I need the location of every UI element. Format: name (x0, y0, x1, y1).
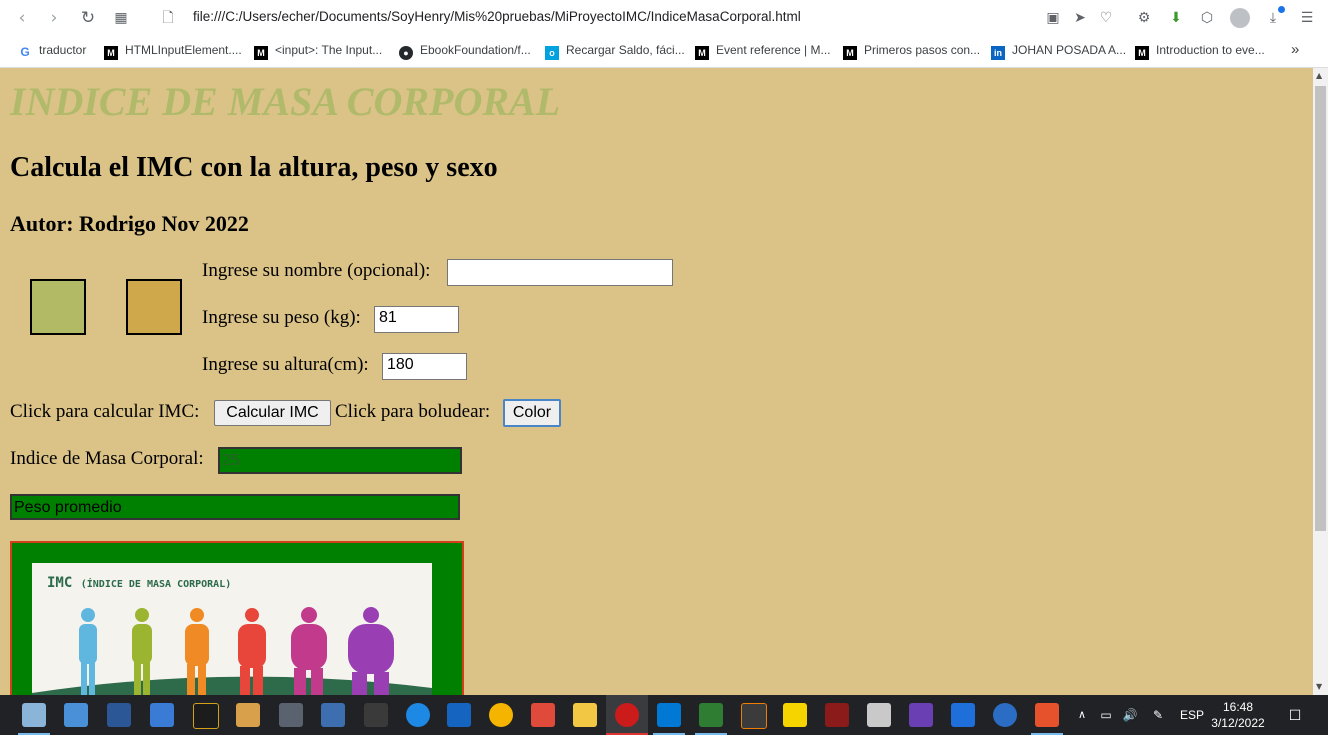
author-line: Autor: Rodrigo Nov 2022 (10, 211, 249, 236)
silhouette-1 (79, 608, 97, 695)
weight-input[interactable]: 81 (374, 306, 459, 333)
control-panel-icon[interactable] (150, 703, 174, 727)
bookmark-item[interactable]: in JOHAN POSADA A... (991, 41, 1126, 60)
download-extension-icon[interactable]: ⬇ (1166, 8, 1186, 28)
page-title: INDICE DE MASA CORPORAL (10, 79, 561, 124)
linkedin-icon: in (991, 46, 1005, 60)
windows-taskbar: ∧ ▭ 🔊 ✎ ESP 16:48 3/12/2022 ☐ (0, 695, 1328, 735)
playit-icon[interactable] (783, 703, 807, 727)
paint-icon[interactable] (236, 703, 260, 727)
bookmark-item[interactable]: ● EbookFoundation/f... (399, 41, 531, 60)
bookmark-item[interactable]: o Recargar Saldo, fáci... (545, 41, 685, 60)
color-prompt: Click para boludear: (335, 401, 491, 422)
page-subtitle: Calcula el IMC con la altura, peso y sex… (10, 152, 498, 183)
cube-icon[interactable]: ⬡ (1197, 8, 1217, 28)
name-input[interactable] (447, 259, 673, 286)
h-app-icon[interactable] (447, 703, 471, 727)
word-icon[interactable] (107, 703, 131, 727)
reload-icon[interactable]: ↻ (78, 8, 98, 28)
battery-icon[interactable]: ▭ (1097, 695, 1115, 735)
imc-label: Indice de Masa Corporal: (10, 448, 204, 469)
name-label: Ingrese su nombre (opcional): (202, 260, 431, 281)
calculate-imc-button[interactable]: Calcular IMC (214, 400, 331, 426)
bookmark-item[interactable]: M Primeros pasos con... (843, 41, 980, 60)
color-square-right (126, 279, 182, 335)
height-label: Ingrese su altura(cm): (202, 354, 369, 375)
mdn-icon: M (695, 46, 709, 60)
tabs-grid-icon[interactable]: ▦ (111, 8, 131, 28)
bookmark-item[interactable]: M <input>: The Input... (254, 41, 382, 60)
menu-icon[interactable]: ☰ (1297, 8, 1317, 28)
brush-app-icon[interactable] (531, 703, 555, 727)
profile-icon[interactable] (1230, 8, 1250, 28)
teamviewer-icon[interactable] (406, 703, 430, 727)
volume-icon[interactable]: 🔊 (1121, 695, 1139, 735)
body-silhouettes (32, 607, 432, 695)
github-icon: ● (399, 46, 413, 60)
color-button[interactable]: Color (503, 399, 561, 427)
mdn-icon: M (843, 46, 857, 60)
bookmark-item[interactable]: Gtraductor (18, 41, 86, 59)
height-input[interactable]: 180 (382, 353, 467, 380)
notifications-icon[interactable]: ☐ (1284, 695, 1306, 735)
imc-poster-image: IMC (ÍNDICE DE MASA CORPORAL) (32, 563, 432, 695)
bookmarks-more-button[interactable]: » (1291, 41, 1299, 59)
heart-icon[interactable]: ♡ (1096, 8, 1116, 28)
camera-icon[interactable]: ▣ (1043, 8, 1063, 28)
calc-prompt: Click para calcular IMC: (10, 401, 200, 422)
mdn-icon: M (1135, 46, 1149, 60)
extension-icon[interactable]: ⚙ (1134, 8, 1154, 28)
imc-result-field: 25 (218, 447, 462, 474)
send-icon[interactable]: ➤ (1070, 8, 1090, 28)
page-viewport: INDICE DE MASA CORPORAL Calcula el IMC c… (2, 68, 1313, 695)
bookmarks-bar: Gtraductor M HTMLInputElement.... M <input… (0, 35, 1328, 68)
mdn-icon: M (104, 46, 118, 60)
git-icon[interactable] (1035, 703, 1059, 727)
mdn-icon: M (254, 46, 268, 60)
sublime-icon[interactable] (741, 703, 767, 729)
tray-expand-icon[interactable]: ∧ (1073, 695, 1091, 735)
star-app-icon[interactable] (193, 703, 219, 729)
clock-time: 16:48 (1222, 700, 1254, 714)
address-bar[interactable]: file:///C:/Users/echer/Documents/SoyHenr… (193, 9, 801, 24)
opera-icon[interactable] (615, 703, 639, 727)
scrollbar-thumb[interactable] (1315, 86, 1326, 531)
bookmark-item[interactable]: M HTMLInputElement.... (104, 41, 242, 60)
scroll-down-icon[interactable]: ▼ (1316, 682, 1322, 691)
camera-app-icon[interactable] (279, 703, 303, 727)
weight-label: Ingrese su peso (kg): (202, 307, 361, 328)
inkscape-icon[interactable] (364, 703, 388, 727)
chrome-icon[interactable] (489, 703, 513, 727)
language-indicator[interactable]: ESP (1176, 695, 1208, 735)
scroll-up-icon[interactable]: ▲ (1316, 71, 1322, 80)
satellite-app-icon[interactable] (867, 703, 891, 727)
forward-icon[interactable]: › (44, 8, 64, 28)
color-app-icon[interactable] (909, 703, 933, 727)
notepad-icon[interactable] (699, 703, 723, 727)
game-app-icon[interactable] (825, 703, 849, 727)
page-scrollbar[interactable]: ▲ ▼ (1313, 68, 1328, 695)
imc-image-frame: IMC (ÍNDICE DE MASA CORPORAL) (10, 541, 464, 695)
file-explorer-icon[interactable] (573, 703, 597, 727)
clock-date: 3/12/2022 (1211, 716, 1265, 730)
file-icon: 🗋 (162, 10, 174, 26)
system-clock[interactable]: 16:48 3/12/2022 (1206, 699, 1270, 731)
status-result-field: Peso promedio (10, 494, 460, 520)
explorer-app-icon[interactable] (22, 703, 46, 727)
google-icon: G (20, 45, 30, 59)
calculator-icon[interactable] (321, 703, 345, 727)
browser-toolbar: ‹ › ↻ ▦ 🗋 file:///C:/Users/echer/Documen… (0, 0, 1328, 35)
pen-icon[interactable]: ✎ (1149, 695, 1167, 735)
recarga-icon: o (545, 46, 559, 60)
bookmark-item[interactable]: M Event reference | M... (695, 41, 831, 60)
vc-app-icon[interactable] (951, 703, 975, 727)
notification-dot (1278, 6, 1285, 13)
back-icon[interactable]: ‹ (12, 8, 32, 28)
vscode-icon[interactable] (657, 703, 681, 727)
bookmark-item[interactable]: M Introduction to eve... (1135, 41, 1265, 60)
globe-app-icon[interactable] (993, 703, 1017, 727)
monitor-app-icon[interactable] (64, 703, 88, 727)
color-square-left (30, 279, 86, 335)
